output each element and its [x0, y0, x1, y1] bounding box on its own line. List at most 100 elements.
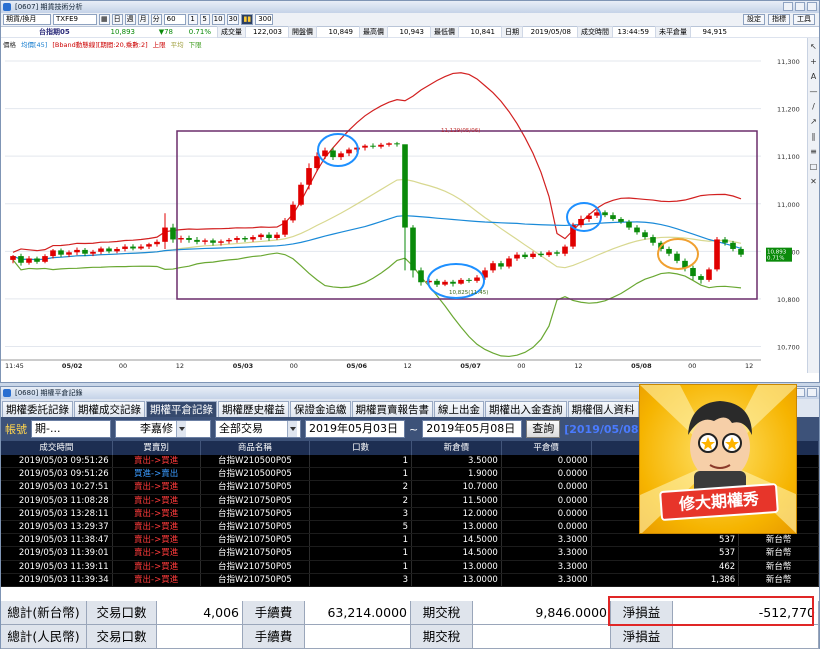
fee-label: 手續費: [243, 625, 305, 648]
period-btn-6[interactable]: 10: [211, 14, 225, 25]
app-icon: [3, 3, 11, 11]
x-tick-label: 12: [574, 362, 582, 370]
candle-body: [42, 256, 48, 262]
rect-icon[interactable]: □: [810, 162, 818, 171]
date-to-field[interactable]: 2019年05月08日: [422, 420, 523, 438]
col-header-name[interactable]: 商品名稱: [201, 441, 311, 455]
chart-titlebar[interactable]: [0607] 期貨技術分析: [1, 1, 819, 13]
chevron-down-icon[interactable]: [287, 421, 297, 437]
col-header-qty[interactable]: 口數: [310, 441, 412, 455]
tab-1[interactable]: 期權成交記錄: [74, 401, 145, 417]
interval-select[interactable]: 60: [163, 14, 186, 25]
bar-count-input[interactable]: 300: [255, 14, 274, 25]
settings-button[interactable]: 設定: [743, 14, 765, 25]
col-header-new-price[interactable]: 新倉價: [412, 441, 502, 455]
maximize-icon[interactable]: [795, 2, 805, 11]
candle-body: [634, 227, 640, 233]
tab-8[interactable]: 期權個人資料: [567, 401, 639, 417]
period-btn-2[interactable]: 月: [137, 14, 149, 25]
close-icon[interactable]: [807, 388, 817, 397]
period-btn-7[interactable]: 30: [226, 14, 240, 25]
legend-item: 下限: [188, 41, 202, 49]
account-select[interactable]: 期-...: [31, 420, 111, 438]
table-row[interactable]: 2019/05/03 11:39:01 賣出->買進 台指W210750P05 1 14…: [1, 547, 819, 561]
period-btn-5[interactable]: 5: [199, 14, 210, 25]
symbol-select[interactable]: TXFE9: [53, 14, 97, 25]
candle-body: [26, 258, 32, 263]
erase-icon[interactable]: ✕: [810, 177, 817, 186]
y-tick-label: 10,700: [777, 343, 800, 351]
tab-5[interactable]: 期權買賣報告書: [351, 401, 433, 417]
candle-body: [442, 281, 448, 285]
quote-change-pct: 0.71%: [188, 28, 211, 36]
query-button[interactable]: 查詢: [526, 420, 561, 438]
tab-4[interactable]: 保證金追繳: [290, 401, 351, 417]
candle-body: [346, 149, 352, 154]
fee-value: [305, 625, 411, 648]
table-row[interactable]: 2019/05/03 11:38:47 賣出->買進 台指W210750P05 1 14…: [1, 534, 819, 548]
tab-0[interactable]: 期權委託記錄: [2, 401, 73, 417]
hline-icon[interactable]: —: [810, 87, 818, 96]
candle-body: [562, 246, 568, 254]
candle-body: [258, 234, 264, 238]
crosshair-icon[interactable]: +: [810, 57, 817, 66]
period-btn-1[interactable]: 週: [124, 14, 136, 25]
tab-7[interactable]: 期權出入金查詢: [485, 401, 567, 417]
table-row[interactable]: 2019/05/03 11:39:34 賣出->買進 台指W210750P05 3 13…: [1, 573, 819, 587]
field-label: 未平倉量: [655, 26, 691, 38]
text-tool-icon[interactable]: A: [811, 72, 816, 81]
candle-body: [314, 156, 320, 169]
fee-value: 63,214.0000: [305, 601, 411, 624]
cell-qty: 1: [310, 560, 412, 573]
price-chart[interactable]: 11,30011,20011,10011,00010,90010,80010,7…: [1, 38, 809, 373]
y-tick-label: 10,800: [777, 296, 800, 304]
candle-body: [362, 145, 368, 148]
y-tick-label: 11,000: [777, 201, 800, 209]
period-btn-4[interactable]: 1: [187, 14, 198, 25]
col-header-close-price[interactable]: 平倉價: [502, 441, 592, 455]
tools-button[interactable]: 工具: [793, 14, 815, 25]
cell-product: 台指W210750P05: [201, 560, 311, 573]
cell-new-price: 10.7000: [412, 481, 502, 494]
lock-icon[interactable]: ▦: [99, 14, 110, 25]
candle-body: [338, 153, 344, 158]
tax-value: [473, 625, 611, 648]
net-label: 淨損益: [611, 625, 673, 648]
trade-type-select[interactable]: 全部交易: [215, 420, 301, 438]
customer-name-field[interactable]: 李嘉修: [115, 420, 211, 438]
cell-close-price: 0.0000: [502, 507, 592, 520]
cell-time: 2019/05/03 11:39:01: [1, 547, 113, 560]
minimize-icon[interactable]: [783, 2, 793, 11]
close-icon[interactable]: [807, 2, 817, 11]
cell-new-price: 11.5000: [412, 494, 502, 507]
candle-body: [642, 232, 648, 238]
col-header-side[interactable]: 買賣別: [113, 441, 201, 455]
table-row[interactable]: 2019/05/03 11:39:11 賣出->買進 台指W210750P05 1 13…: [1, 560, 819, 574]
qty-label: 交易口數: [87, 625, 157, 648]
candle-body: [554, 252, 560, 254]
candle-body: [210, 240, 216, 243]
channel-icon[interactable]: ∥: [812, 132, 816, 141]
app-icon: [3, 389, 11, 397]
cursor-icon[interactable]: ↖: [810, 42, 817, 51]
legend-item: 均價[45]: [21, 41, 48, 49]
col-header-time[interactable]: 成交時間: [1, 441, 113, 455]
product-select[interactable]: 期貨/換月: [3, 14, 51, 25]
date-from-field[interactable]: 2019年05月03日: [305, 420, 405, 438]
period-btn-0[interactable]: 日: [111, 14, 123, 25]
candle-body: [74, 249, 80, 253]
ray-icon[interactable]: ↗: [810, 117, 817, 126]
cell-new-price: 1.9000: [412, 468, 502, 481]
period-btn-3[interactable]: 分: [150, 14, 162, 25]
totals-label: 總計(新台幣): [1, 601, 87, 624]
tab-2[interactable]: 期權平倉記錄: [146, 401, 217, 417]
tab-3[interactable]: 期權歷史權益: [218, 401, 289, 417]
line-icon[interactable]: /: [812, 102, 815, 111]
tab-6[interactable]: 線上出金: [434, 401, 484, 417]
chevron-down-icon[interactable]: [176, 421, 186, 437]
fib-icon[interactable]: ≡: [810, 147, 817, 156]
cell-time: 2019/05/03 11:39:11: [1, 560, 113, 573]
indicator-button[interactable]: 指標: [768, 14, 790, 25]
low-annotation: 10,825(11:45): [449, 290, 488, 296]
x-tick-label: 05/07: [460, 362, 480, 370]
